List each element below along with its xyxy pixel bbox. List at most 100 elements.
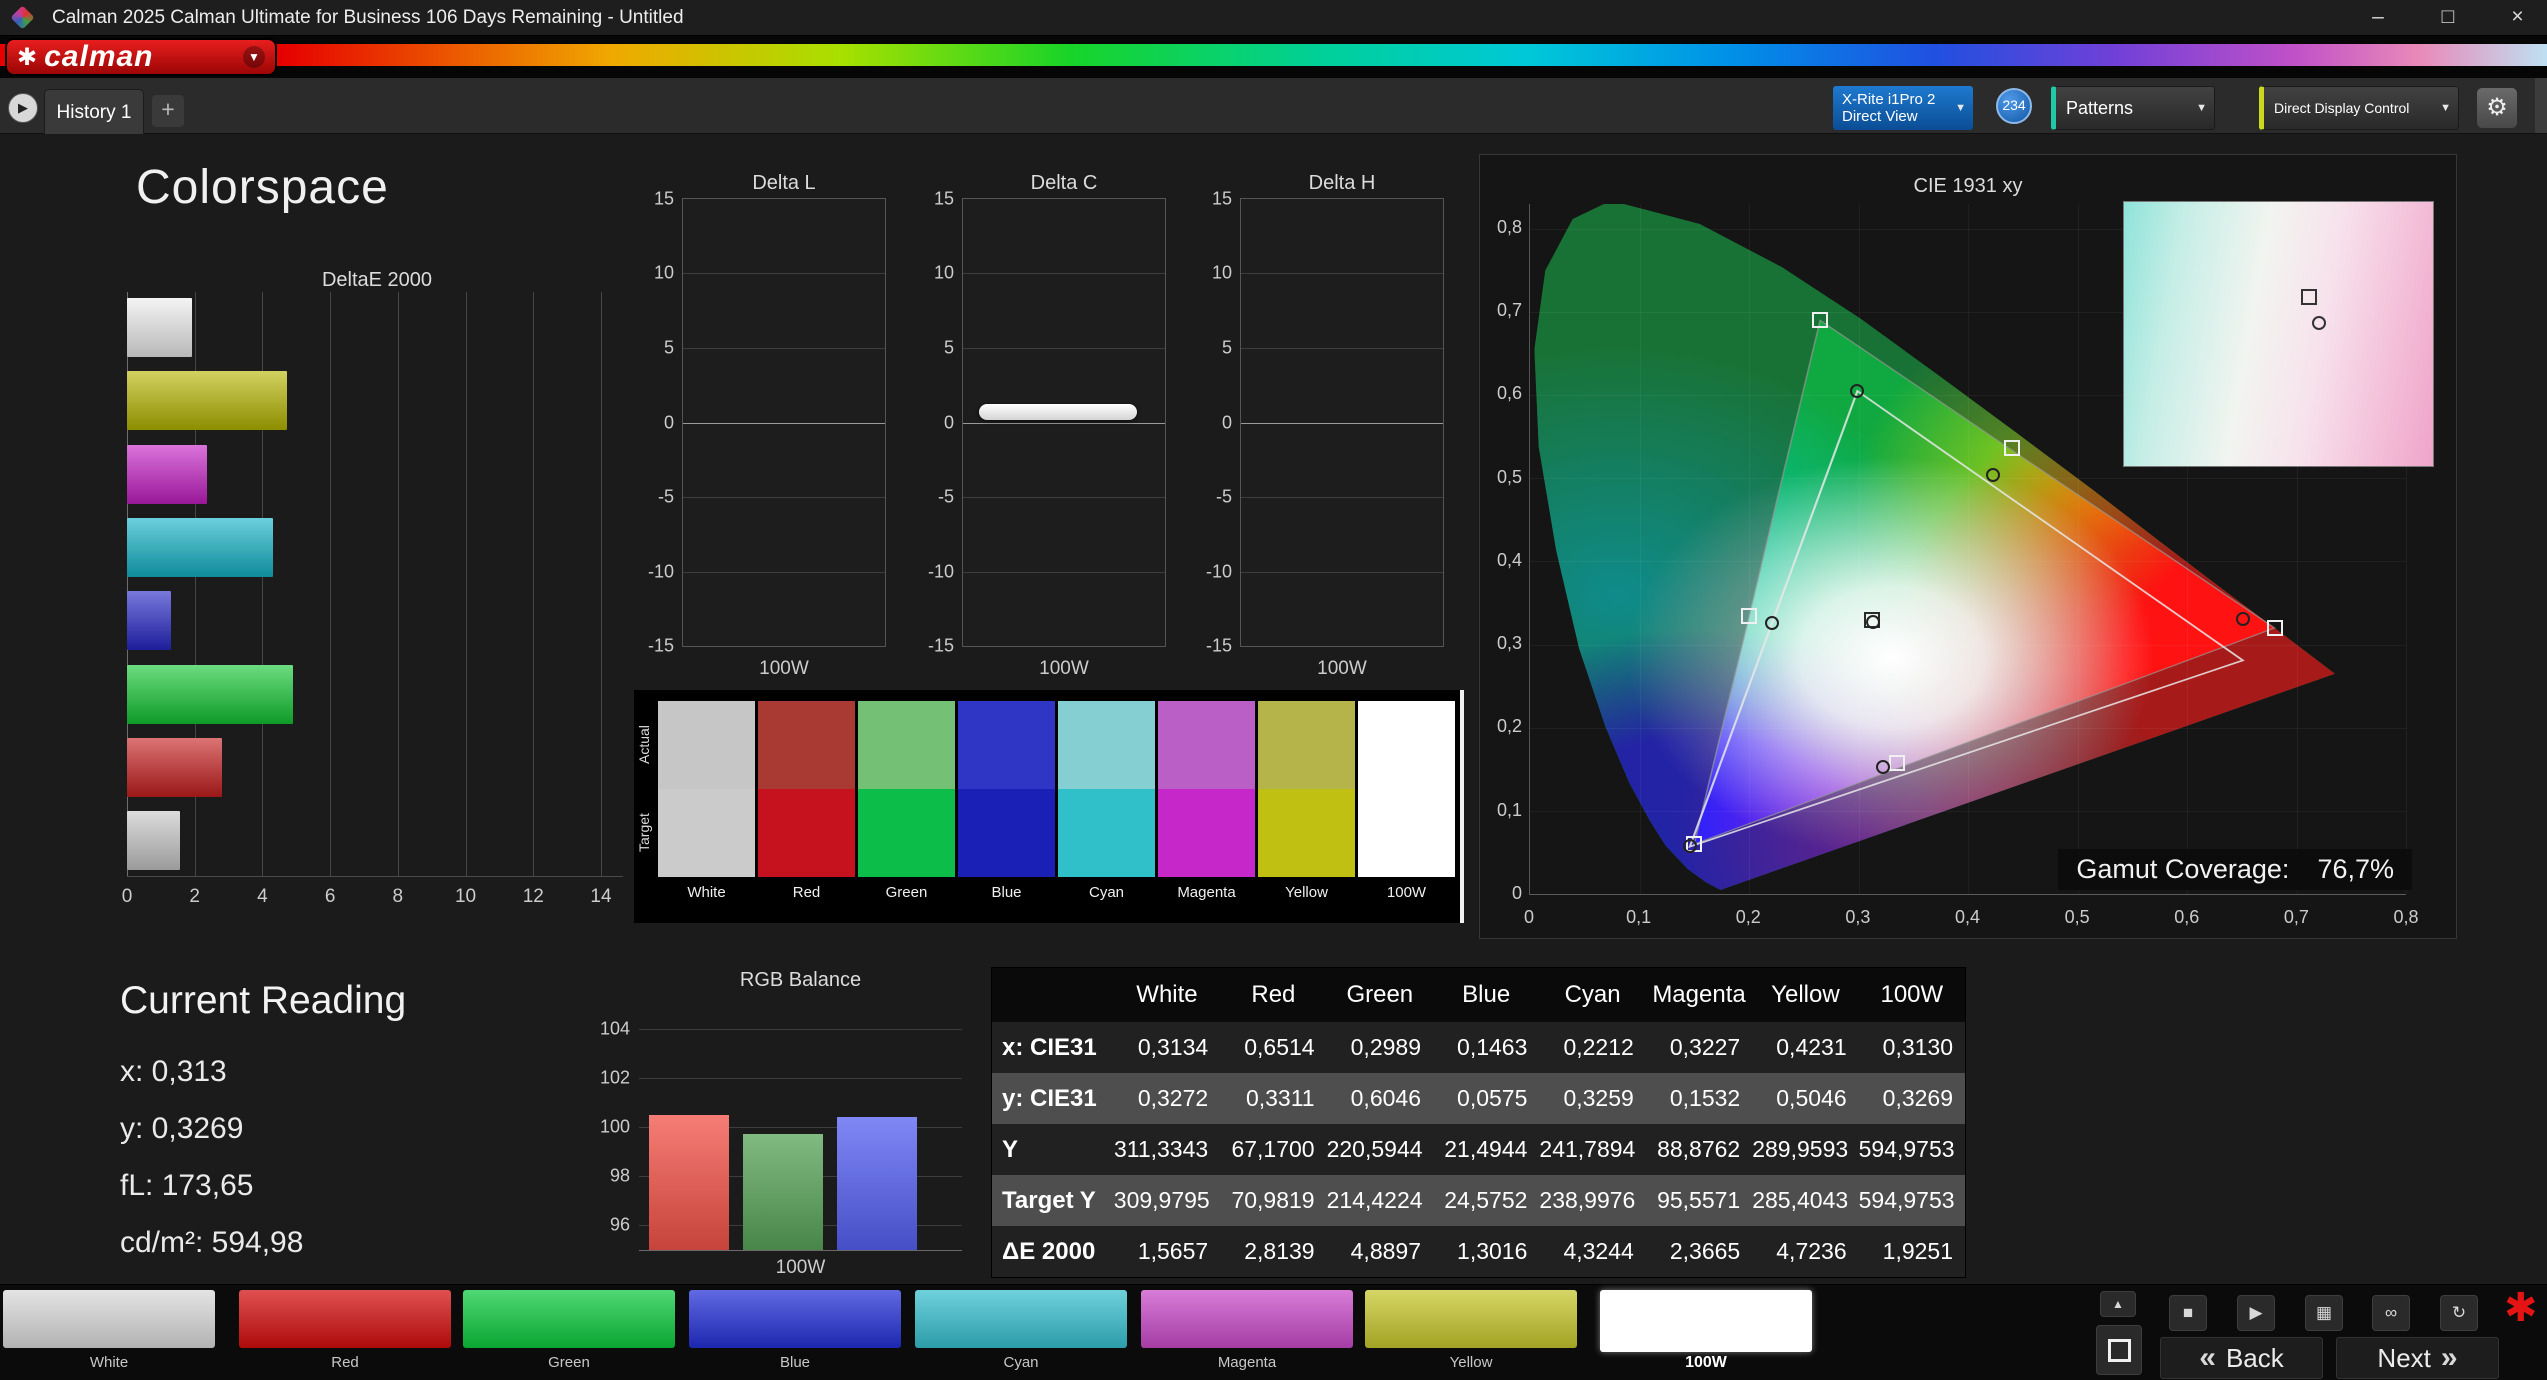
measured-marker-magenta <box>1876 759 1891 774</box>
y-tick-label: -15 <box>927 635 954 656</box>
table-cell: 67,1700 <box>1231 1136 1315 1162</box>
y-tick-label: 10 <box>653 262 674 283</box>
column-header: Magenta <box>1652 981 1746 1008</box>
gridline <box>397 292 399 876</box>
add-tab-button[interactable]: + <box>152 95 184 127</box>
meter-name: X-Rite i1Pro 2 <box>1842 91 1936 108</box>
x-tick-label: 0,4 <box>1954 907 1981 927</box>
link-button[interactable]: ∞ <box>2372 1295 2410 1331</box>
refresh-button[interactable]: ↻ <box>2440 1295 2478 1331</box>
calman-logo[interactable]: ✱ calman ▼ <box>5 38 277 76</box>
back-button[interactable]: « Back <box>2160 1337 2323 1379</box>
deltae-bar-100w <box>127 298 193 357</box>
alert-asterisk-icon[interactable]: ✱ <box>2504 1287 2538 1329</box>
pattern-button-blue[interactable] <box>689 1290 901 1348</box>
table-row: Y 311,3343 67,1700 220,5944 21,4944 241,7894 8… <box>992 1124 1965 1175</box>
table-cell: 594,9753 <box>1858 1136 1955 1162</box>
actual-row-label: Actual <box>636 725 652 765</box>
stop-button[interactable]: ■ <box>2169 1295 2207 1331</box>
gridline <box>683 422 885 424</box>
x-tick-label: 0,8 <box>2393 907 2419 927</box>
pattern-button-red[interactable] <box>239 1290 451 1348</box>
minimize-button[interactable]: – <box>2348 0 2408 36</box>
table-cell: 0,3130 <box>1882 1034 1954 1060</box>
close-button[interactable]: × <box>2488 0 2547 36</box>
target-swatch <box>758 789 855 877</box>
meter-dropdown[interactable]: X-Rite i1Pro 2 Direct View ▼ <box>1833 86 1973 130</box>
x-tick-label: 0,1 <box>1626 907 1652 927</box>
deltae-bar-green <box>127 664 293 724</box>
table-cell: 24,5752 <box>1444 1187 1528 1213</box>
table-cell: 0,2212 <box>1563 1034 1634 1060</box>
history-tab[interactable]: History 1 <box>44 89 144 134</box>
swatch-column-magenta: Magenta <box>1158 701 1255 908</box>
column-header: Blue <box>1462 981 1511 1008</box>
y-tick-label: -10 <box>927 561 954 581</box>
table-cell: 21,4944 <box>1444 1136 1528 1162</box>
y-tick-label: 10 <box>1211 262 1232 283</box>
overflow-strip <box>2535 78 2547 133</box>
gridline <box>1241 422 1443 424</box>
scroll-up-button[interactable]: ▲ <box>2100 1291 2136 1317</box>
y-tick-label: 0,1 <box>1496 799 1522 820</box>
gridline <box>963 273 1165 275</box>
y-tick-label: 104 <box>599 1018 630 1039</box>
chevron-down-icon: ▼ <box>2196 102 2207 114</box>
meter-badge[interactable]: 234 <box>1996 88 2032 124</box>
measured-marker-white <box>1866 614 1881 629</box>
pattern-button-yellow[interactable] <box>1365 1290 1577 1348</box>
swatch-column-100w: 100W <box>1358 701 1455 908</box>
play-button[interactable]: ▶ <box>2237 1295 2275 1331</box>
settings-gear-button[interactable]: ⚙ <box>2477 88 2517 128</box>
patterns-dropdown[interactable]: Patterns ▼ <box>2051 86 2215 130</box>
actual-swatch <box>1058 701 1155 789</box>
delta-h-chart: Delta H 15 10 5 0 -5 -10 -15 100W <box>1206 172 1444 692</box>
deltae-bar-white <box>127 811 180 871</box>
measured-marker-yellow <box>1986 467 2001 482</box>
table-cell: 0,1532 <box>1669 1085 1741 1111</box>
swatch-label: Green <box>885 884 928 901</box>
pattern-label: 100W <box>1685 1354 1727 1371</box>
swatch-columns: White Red Green Blue Cyan Magenta Yellow 100W <box>658 701 1455 908</box>
table-row: ΔE 2000 1,5657 2,8139 4,8897 1,3016 4,3244 2,3… <box>992 1226 1965 1277</box>
display-control-dropdown[interactable]: Direct Display Control ▼ <box>2259 86 2459 130</box>
column-header <box>992 968 1114 1022</box>
maximize-button[interactable]: □ <box>2418 0 2478 36</box>
y-tick-label: -10 <box>647 561 674 581</box>
table-cell: 0,6514 <box>1244 1034 1315 1060</box>
pattern-label: White <box>89 1354 129 1371</box>
pattern-button-green[interactable] <box>463 1290 675 1348</box>
page-title: Colorspace <box>136 161 389 214</box>
gridline <box>533 292 535 876</box>
table-cell: 0,3134 <box>1137 1034 1209 1060</box>
target-marker-magenta <box>1888 755 1905 772</box>
table-cell: 0,3259 <box>1563 1085 1634 1111</box>
pattern-button-white[interactable] <box>3 1290 215 1348</box>
pattern-button-cyan[interactable] <box>915 1290 1127 1348</box>
actual-swatch <box>1158 701 1255 789</box>
pattern-button-100w[interactable] <box>1600 1290 1812 1352</box>
actual-swatch <box>658 701 755 789</box>
run-button[interactable]: ▶ <box>8 93 38 123</box>
reading-y: y: 0,3269 <box>120 1112 244 1145</box>
table-cell: 285,4043 <box>1752 1187 1849 1213</box>
logo-dropdown-arrow-icon[interactable]: ▼ <box>243 46 265 68</box>
meter-mode: Direct View <box>1842 108 1918 125</box>
column-header: Red <box>1251 981 1296 1008</box>
y-tick-label: 5 <box>1221 337 1232 358</box>
next-button[interactable]: Next » <box>2336 1337 2499 1379</box>
reading-fl: fL: 173,65 <box>120 1169 254 1202</box>
y-tick-label: 15 <box>933 188 954 209</box>
y-tick-label: 0,7 <box>1496 300 1522 321</box>
rgb-bar-green <box>743 1134 823 1250</box>
table-cell: 311,3343 <box>1113 1136 1209 1162</box>
x-tick-label: 0,3 <box>1845 907 1871 927</box>
gridline <box>1241 273 1443 275</box>
table-cell: 0,5046 <box>1776 1085 1847 1111</box>
y-tick-label: 0,4 <box>1496 549 1522 570</box>
x-tick-label: 6 <box>324 886 336 907</box>
target-marker-green <box>1812 312 1829 329</box>
save-button[interactable]: ▦ <box>2305 1295 2343 1331</box>
pattern-window-button[interactable] <box>2096 1325 2142 1375</box>
pattern-button-magenta[interactable] <box>1141 1290 1353 1348</box>
